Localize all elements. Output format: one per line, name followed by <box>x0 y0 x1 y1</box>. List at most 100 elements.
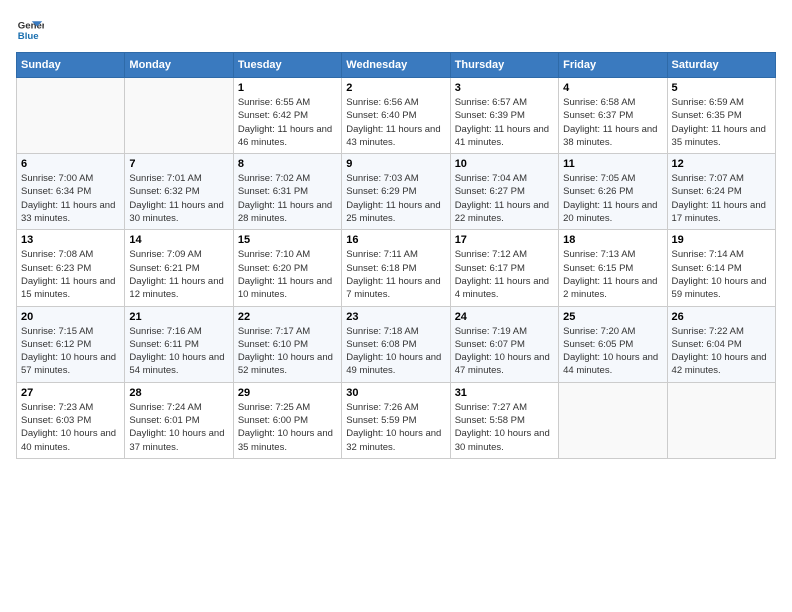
sunset: Sunset: 6:12 PM <box>21 339 91 350</box>
sunset: Sunset: 6:31 PM <box>238 186 308 197</box>
daylight: Daylight: 11 hours and 15 minutes. <box>21 276 115 300</box>
sunset: Sunset: 6:07 PM <box>455 339 525 350</box>
calendar-cell: 21 Sunrise: 7:16 AM Sunset: 6:11 PM Dayl… <box>125 306 233 382</box>
sunrise: Sunrise: 7:08 AM <box>21 249 93 260</box>
daylight: Daylight: 10 hours and 44 minutes. <box>563 352 658 376</box>
daylight: Daylight: 11 hours and 20 minutes. <box>563 200 657 224</box>
day-info: Sunrise: 7:25 AM Sunset: 6:00 PM Dayligh… <box>238 401 337 454</box>
daylight: Daylight: 11 hours and 35 minutes. <box>672 124 766 148</box>
sunrise: Sunrise: 7:07 AM <box>672 173 744 184</box>
logo-icon: General Blue <box>16 16 44 44</box>
daylight: Daylight: 11 hours and 4 minutes. <box>455 276 549 300</box>
sunrise: Sunrise: 7:11 AM <box>346 249 418 260</box>
sunrise: Sunrise: 7:09 AM <box>129 249 201 260</box>
sunset: Sunset: 6:03 PM <box>21 415 91 426</box>
sunrise: Sunrise: 7:20 AM <box>563 326 635 337</box>
daylight: Daylight: 11 hours and 17 minutes. <box>672 200 766 224</box>
daylight: Daylight: 10 hours and 42 minutes. <box>672 352 767 376</box>
sunrise: Sunrise: 7:25 AM <box>238 402 310 413</box>
calendar-cell: 1 Sunrise: 6:55 AM Sunset: 6:42 PM Dayli… <box>233 78 341 154</box>
calendar-cell: 14 Sunrise: 7:09 AM Sunset: 6:21 PM Dayl… <box>125 230 233 306</box>
day-info: Sunrise: 6:59 AM Sunset: 6:35 PM Dayligh… <box>672 96 771 149</box>
daylight: Daylight: 11 hours and 2 minutes. <box>563 276 657 300</box>
weekday-header-friday: Friday <box>559 53 667 78</box>
sunrise: Sunrise: 7:03 AM <box>346 173 418 184</box>
day-number: 26 <box>672 311 771 323</box>
day-number: 31 <box>455 387 554 399</box>
daylight: Daylight: 11 hours and 10 minutes. <box>238 276 332 300</box>
sunset: Sunset: 6:04 PM <box>672 339 742 350</box>
calendar-cell: 20 Sunrise: 7:15 AM Sunset: 6:12 PM Dayl… <box>17 306 125 382</box>
daylight: Daylight: 11 hours and 41 minutes. <box>455 124 549 148</box>
sunrise: Sunrise: 7:10 AM <box>238 249 310 260</box>
weekday-header-sunday: Sunday <box>17 53 125 78</box>
day-number: 23 <box>346 311 445 323</box>
calendar-cell: 18 Sunrise: 7:13 AM Sunset: 6:15 PM Dayl… <box>559 230 667 306</box>
sunset: Sunset: 5:58 PM <box>455 415 525 426</box>
day-number: 25 <box>563 311 662 323</box>
day-info: Sunrise: 7:00 AM Sunset: 6:34 PM Dayligh… <box>21 172 120 225</box>
calendar-cell: 26 Sunrise: 7:22 AM Sunset: 6:04 PM Dayl… <box>667 306 775 382</box>
calendar-cell <box>559 382 667 458</box>
sunset: Sunset: 6:32 PM <box>129 186 199 197</box>
day-info: Sunrise: 7:22 AM Sunset: 6:04 PM Dayligh… <box>672 325 771 378</box>
day-number: 12 <box>672 158 771 170</box>
sunrise: Sunrise: 7:14 AM <box>672 249 744 260</box>
day-info: Sunrise: 7:10 AM Sunset: 6:20 PM Dayligh… <box>238 248 337 301</box>
calendar-cell: 15 Sunrise: 7:10 AM Sunset: 6:20 PM Dayl… <box>233 230 341 306</box>
sunset: Sunset: 6:23 PM <box>21 263 91 274</box>
day-info: Sunrise: 7:23 AM Sunset: 6:03 PM Dayligh… <box>21 401 120 454</box>
sunset: Sunset: 6:37 PM <box>563 110 633 121</box>
calendar-cell: 31 Sunrise: 7:27 AM Sunset: 5:58 PM Dayl… <box>450 382 558 458</box>
daylight: Daylight: 10 hours and 57 minutes. <box>21 352 116 376</box>
day-number: 6 <box>21 158 120 170</box>
day-info: Sunrise: 7:14 AM Sunset: 6:14 PM Dayligh… <box>672 248 771 301</box>
sunrise: Sunrise: 7:19 AM <box>455 326 527 337</box>
sunset: Sunset: 6:39 PM <box>455 110 525 121</box>
calendar-cell: 13 Sunrise: 7:08 AM Sunset: 6:23 PM Dayl… <box>17 230 125 306</box>
daylight: Daylight: 10 hours and 47 minutes. <box>455 352 550 376</box>
day-number: 1 <box>238 82 337 94</box>
day-info: Sunrise: 7:03 AM Sunset: 6:29 PM Dayligh… <box>346 172 445 225</box>
daylight: Daylight: 11 hours and 43 minutes. <box>346 124 440 148</box>
day-number: 21 <box>129 311 228 323</box>
day-number: 13 <box>21 234 120 246</box>
sunrise: Sunrise: 7:23 AM <box>21 402 93 413</box>
day-number: 30 <box>346 387 445 399</box>
daylight: Daylight: 11 hours and 22 minutes. <box>455 200 549 224</box>
daylight: Daylight: 11 hours and 7 minutes. <box>346 276 440 300</box>
weekday-header-wednesday: Wednesday <box>342 53 450 78</box>
daylight: Daylight: 11 hours and 30 minutes. <box>129 200 223 224</box>
day-number: 19 <box>672 234 771 246</box>
calendar-cell: 2 Sunrise: 6:56 AM Sunset: 6:40 PM Dayli… <box>342 78 450 154</box>
sunset: Sunset: 6:34 PM <box>21 186 91 197</box>
calendar-cell: 17 Sunrise: 7:12 AM Sunset: 6:17 PM Dayl… <box>450 230 558 306</box>
calendar-body: 1 Sunrise: 6:55 AM Sunset: 6:42 PM Dayli… <box>17 78 776 459</box>
day-info: Sunrise: 7:09 AM Sunset: 6:21 PM Dayligh… <box>129 248 228 301</box>
calendar-cell: 11 Sunrise: 7:05 AM Sunset: 6:26 PM Dayl… <box>559 154 667 230</box>
calendar-cell: 8 Sunrise: 7:02 AM Sunset: 6:31 PM Dayli… <box>233 154 341 230</box>
sunset: Sunset: 6:42 PM <box>238 110 308 121</box>
day-info: Sunrise: 7:12 AM Sunset: 6:17 PM Dayligh… <box>455 248 554 301</box>
calendar-cell: 22 Sunrise: 7:17 AM Sunset: 6:10 PM Dayl… <box>233 306 341 382</box>
day-info: Sunrise: 7:07 AM Sunset: 6:24 PM Dayligh… <box>672 172 771 225</box>
day-number: 29 <box>238 387 337 399</box>
calendar-cell: 5 Sunrise: 6:59 AM Sunset: 6:35 PM Dayli… <box>667 78 775 154</box>
daylight: Daylight: 10 hours and 30 minutes. <box>455 428 550 452</box>
sunrise: Sunrise: 7:13 AM <box>563 249 635 260</box>
daylight: Daylight: 10 hours and 35 minutes. <box>238 428 333 452</box>
weekday-header-thursday: Thursday <box>450 53 558 78</box>
sunrise: Sunrise: 6:57 AM <box>455 97 527 108</box>
day-number: 16 <box>346 234 445 246</box>
daylight: Daylight: 11 hours and 25 minutes. <box>346 200 440 224</box>
day-number: 10 <box>455 158 554 170</box>
daylight: Daylight: 11 hours and 46 minutes. <box>238 124 332 148</box>
sunrise: Sunrise: 6:58 AM <box>563 97 635 108</box>
sunrise: Sunrise: 6:56 AM <box>346 97 418 108</box>
daylight: Daylight: 10 hours and 49 minutes. <box>346 352 441 376</box>
daylight: Daylight: 11 hours and 38 minutes. <box>563 124 657 148</box>
day-info: Sunrise: 7:19 AM Sunset: 6:07 PM Dayligh… <box>455 325 554 378</box>
calendar-cell: 28 Sunrise: 7:24 AM Sunset: 6:01 PM Dayl… <box>125 382 233 458</box>
sunrise: Sunrise: 6:59 AM <box>672 97 744 108</box>
sunset: Sunset: 6:18 PM <box>346 263 416 274</box>
